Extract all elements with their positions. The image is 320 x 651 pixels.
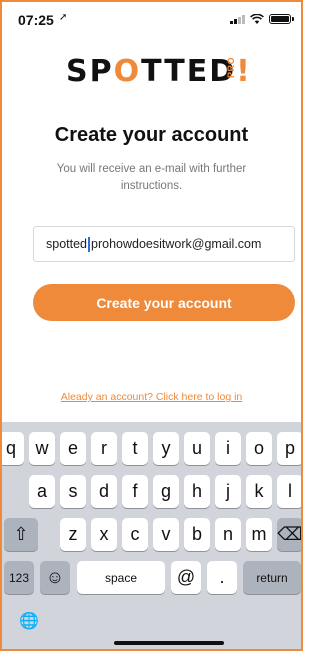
key-k[interactable]: k — [246, 475, 272, 508]
key-o[interactable]: o — [246, 432, 272, 465]
status-time: 07:25 — [18, 12, 54, 28]
login-link[interactable]: Aleady an account? Click here to log in — [2, 391, 301, 403]
key-v[interactable]: v — [153, 518, 179, 551]
key-c[interactable]: c — [122, 518, 148, 551]
email-input[interactable]: spotted prohowdoesitwork@gmail.com — [33, 226, 295, 262]
email-text-before-caret: spotted — [46, 237, 88, 251]
logo-pro-label: PRO — [226, 57, 236, 79]
key-x[interactable]: x — [91, 518, 117, 551]
battery-icon — [269, 14, 294, 24]
key-z[interactable]: z — [60, 518, 86, 551]
key-l[interactable]: l — [277, 475, 301, 508]
key-e[interactable]: e — [60, 432, 86, 465]
key-w[interactable]: w — [29, 432, 55, 465]
location-arrow-icon: ➚ — [59, 12, 68, 23]
email-text-after-caret: prohowdoesitwork@gmail.com — [91, 237, 262, 251]
page-title: Create your account — [54, 124, 249, 146]
key-y[interactable]: y — [153, 432, 179, 465]
keyboard: q w e r t y u i o p a s d f g h j k l ⇧ … — [2, 422, 301, 649]
home-indicator — [114, 641, 224, 645]
shift-key[interactable]: ⇧ — [4, 518, 38, 551]
key-a[interactable]: a — [29, 475, 55, 508]
app-frame: 07:25 ➚ SPOTTED! PRO Create your account… — [0, 0, 303, 651]
key-q[interactable]: q — [2, 432, 24, 465]
key-t[interactable]: t — [122, 432, 148, 465]
key-i[interactable]: i — [215, 432, 241, 465]
key-b[interactable]: b — [184, 518, 210, 551]
at-key[interactable]: @ — [171, 561, 201, 594]
key-d[interactable]: d — [91, 475, 117, 508]
page-subtitle: You will receive an e-mail with further … — [56, 163, 247, 192]
globe-icon[interactable]: 🌐 — [14, 606, 44, 636]
key-n[interactable]: n — [215, 518, 241, 551]
space-key[interactable]: space — [77, 561, 165, 594]
spotted-pro-logo: SPOTTED! PRO — [66, 54, 250, 94]
wifi-icon — [250, 14, 264, 24]
key-f[interactable]: f — [122, 475, 148, 508]
key-m[interactable]: m — [246, 518, 272, 551]
logo-wordmark: SPOTTED! — [66, 54, 252, 89]
status-icons — [230, 14, 294, 24]
dot-key[interactable]: . — [207, 561, 237, 594]
key-j[interactable]: j — [215, 475, 241, 508]
key-p[interactable]: p — [277, 432, 301, 465]
key-r[interactable]: r — [91, 432, 117, 465]
create-account-button[interactable]: Create your account — [33, 284, 295, 321]
status-bar: 07:25 ➚ — [2, 2, 301, 38]
key-h[interactable]: h — [184, 475, 210, 508]
backspace-key[interactable]: ⌫ — [277, 518, 301, 551]
cellular-signal-icon — [230, 14, 245, 24]
emoji-key[interactable]: ☺ — [40, 561, 70, 594]
key-g[interactable]: g — [153, 475, 179, 508]
key-u[interactable]: u — [184, 432, 210, 465]
return-key[interactable]: return — [243, 561, 301, 594]
text-caret — [88, 237, 91, 253]
key-s[interactable]: s — [60, 475, 86, 508]
numbers-key[interactable]: 123 — [4, 561, 34, 594]
